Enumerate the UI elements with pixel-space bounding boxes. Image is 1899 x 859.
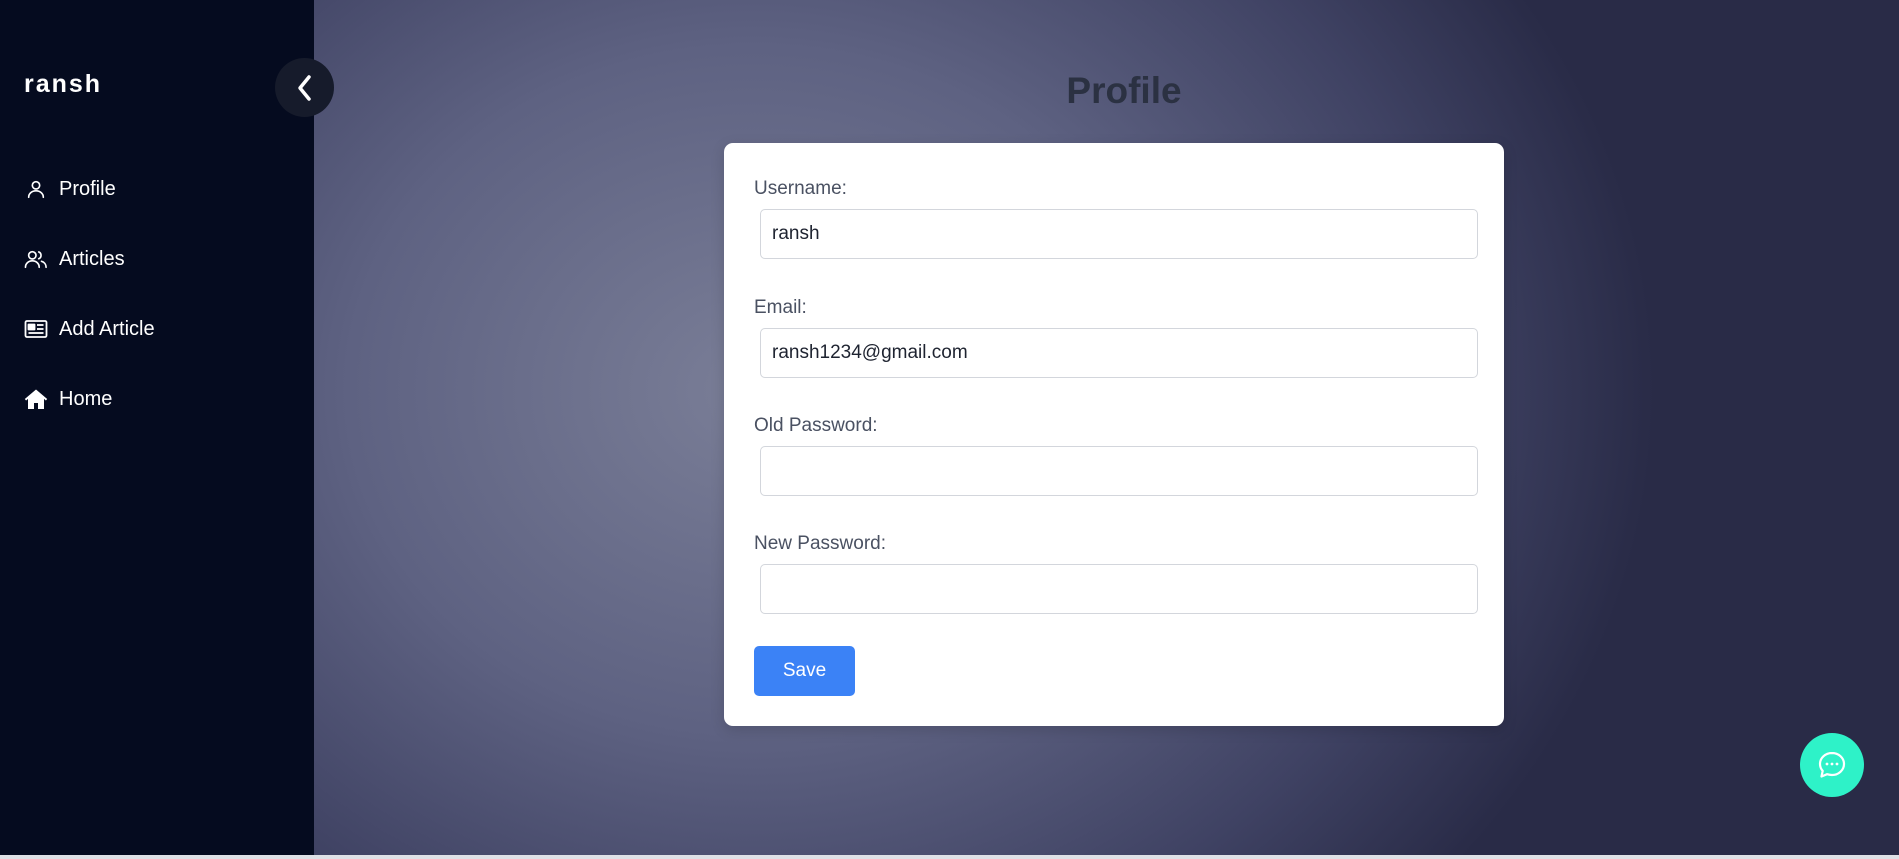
old-password-input[interactable]	[760, 446, 1478, 496]
old-password-label: Old Password:	[754, 415, 878, 436]
sidebar-item-label: Profile	[59, 177, 116, 200]
user-icon	[24, 177, 48, 201]
username-label: Username:	[754, 178, 847, 199]
window-bottom-border	[0, 855, 1899, 859]
sidebar-item-label: Add Article	[59, 317, 155, 340]
email-input[interactable]	[760, 328, 1478, 378]
profile-form-card: Username: Email: Old Password: New Passw…	[724, 143, 1504, 726]
chat-bubble-icon	[1816, 749, 1848, 781]
save-button[interactable]: Save	[754, 646, 855, 696]
email-label: Email:	[754, 297, 807, 318]
sidebar-item-label: Articles	[59, 247, 125, 270]
sidebar-item-add-article[interactable]: Add Article	[24, 312, 155, 346]
page-title: Profile	[1066, 70, 1182, 111]
sidebar-item-label: Home	[59, 387, 113, 410]
sidebar-item-home[interactable]: Home	[24, 382, 155, 416]
new-password-label: New Password:	[754, 533, 886, 554]
chevron-left-icon	[293, 73, 317, 103]
sidebar-item-articles[interactable]: Articles	[24, 242, 155, 276]
username-input[interactable]	[760, 209, 1478, 259]
brand-name: ransh	[24, 70, 103, 98]
newspaper-icon	[24, 317, 48, 341]
chat-button[interactable]	[1800, 733, 1864, 797]
sidebar-item-profile[interactable]: Profile	[24, 172, 155, 206]
main-content: Profile Username: Email: Old Password: N…	[314, 0, 1899, 855]
new-password-input[interactable]	[760, 564, 1478, 614]
sidebar-nav: Profile Articles Add Article Home	[24, 172, 155, 452]
sidebar: ransh Profile Articles Add Article Home	[0, 0, 314, 855]
collapse-sidebar-button[interactable]	[275, 58, 334, 117]
home-icon	[24, 387, 48, 411]
users-icon	[24, 247, 48, 271]
